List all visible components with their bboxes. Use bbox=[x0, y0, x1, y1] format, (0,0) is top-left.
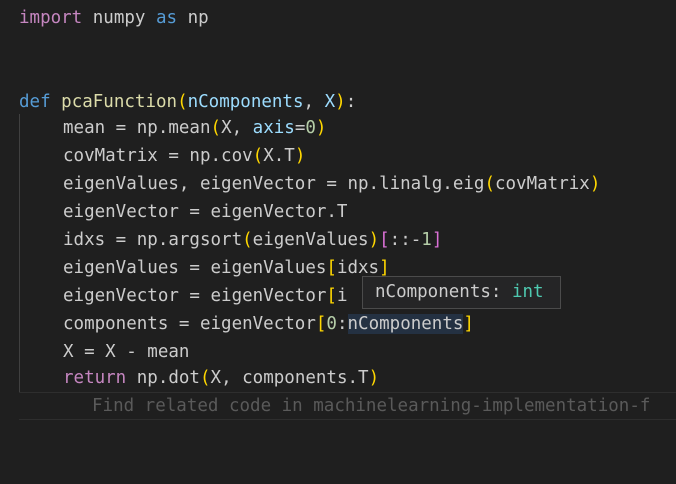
close-paren: ) bbox=[368, 230, 380, 250]
number-literal: 0 bbox=[326, 314, 337, 334]
cov-arg: X.T bbox=[263, 146, 295, 166]
inline-suggestion[interactable]: Find related code in machinelearning-imp… bbox=[92, 392, 650, 420]
argsort-arg: eigenValues bbox=[252, 230, 369, 250]
sort-values-arg: idxs bbox=[336, 258, 380, 278]
open-bracket: [ bbox=[326, 286, 337, 306]
open-paren: ( bbox=[242, 230, 253, 250]
close-bracket: ] bbox=[379, 258, 390, 278]
code-line-cov[interactable]: covMatrix = np.cov(X.T) bbox=[63, 142, 305, 170]
argsort-lhs: idxs = np.argsort bbox=[63, 230, 243, 250]
function-name: pcaFunction bbox=[61, 92, 178, 112]
sort-vectors-lhs: eigenVector = eigenVector bbox=[63, 286, 327, 306]
hover-separator: : bbox=[490, 282, 512, 302]
slice-mid: ::- bbox=[389, 230, 422, 250]
module-name: numpy bbox=[92, 8, 146, 28]
mean-arg: X, bbox=[221, 118, 253, 138]
module-alias: np bbox=[187, 8, 209, 28]
open-paren: ( bbox=[252, 146, 264, 166]
equals: = bbox=[294, 118, 306, 138]
close-bracket: ] bbox=[431, 230, 443, 250]
open-paren: ( bbox=[210, 118, 222, 138]
code-line-def[interactable]: def pcaFunction(nComponents, X): bbox=[19, 88, 356, 116]
transpose-text: eigenVector = eigenVector.T bbox=[63, 202, 348, 222]
param-separator: , bbox=[303, 92, 325, 112]
open-bracket: [ bbox=[379, 230, 390, 250]
open-bracket: [ bbox=[315, 314, 327, 334]
close-paren: ) bbox=[589, 174, 601, 194]
number-literal: 0 bbox=[305, 118, 316, 138]
code-editor[interactable]: import numpy as np def pcaFunction(nComp… bbox=[0, 0, 676, 484]
open-paren: ( bbox=[177, 92, 188, 112]
code-line-components[interactable]: components = eigenVector[0:nComponents] bbox=[63, 310, 474, 338]
return-keyword: return bbox=[63, 368, 127, 388]
code-line-sort-values[interactable]: eigenValues = eigenValues[idxs] bbox=[63, 254, 390, 282]
close-paren: ) bbox=[368, 368, 380, 388]
hover-tooltip: nComponents: int bbox=[362, 276, 561, 309]
open-paren: ( bbox=[199, 368, 211, 388]
return-lhs: np.dot bbox=[126, 368, 200, 388]
return-arg: X, components.T bbox=[210, 368, 369, 388]
sort-vectors-arg: i bbox=[336, 286, 348, 306]
open-paren: ( bbox=[484, 174, 495, 194]
code-line-sort-vectors[interactable]: eigenVector = eigenVector[i bbox=[63, 282, 348, 310]
open-bracket: [ bbox=[326, 258, 337, 278]
code-line-mean[interactable]: mean = np.mean(X, axis=0) bbox=[63, 114, 326, 142]
components-lhs: components = eigenVector bbox=[63, 314, 316, 334]
cov-lhs: covMatrix = np.cov bbox=[63, 146, 253, 166]
mean-lhs: mean = np.mean bbox=[63, 118, 211, 138]
close-bracket: ] bbox=[463, 314, 474, 334]
code-line-transpose[interactable]: eigenVector = eigenVector.T bbox=[63, 198, 347, 226]
as-keyword: as bbox=[156, 8, 178, 28]
sort-values-lhs: eigenValues = eigenValues bbox=[63, 258, 327, 278]
param-ncomponents: nComponents bbox=[187, 92, 304, 112]
hovered-symbol[interactable]: nComponents bbox=[347, 314, 464, 334]
close-paren: ) bbox=[294, 146, 306, 166]
code-line-1[interactable]: import numpy as np bbox=[19, 4, 209, 32]
param-x: X bbox=[324, 92, 336, 112]
indent-guide bbox=[19, 114, 20, 392]
hover-type: int bbox=[511, 282, 544, 302]
axis-kwarg: axis bbox=[252, 118, 295, 138]
close-paren: ) bbox=[315, 118, 327, 138]
close-paren: ) bbox=[335, 92, 346, 112]
eig-lhs: eigenValues, eigenVector = np.linalg.eig bbox=[63, 174, 485, 194]
code-line-return[interactable]: return np.dot(X, components.T) bbox=[63, 364, 379, 392]
hover-symbol-name: nComponents bbox=[375, 282, 491, 302]
def-colon: : bbox=[345, 92, 357, 112]
number-literal: 1 bbox=[421, 230, 432, 250]
code-line-center[interactable]: X = X - mean bbox=[63, 338, 189, 366]
def-keyword: def bbox=[19, 92, 51, 112]
code-line-eig[interactable]: eigenValues, eigenVector = np.linalg.eig… bbox=[63, 170, 600, 198]
center-text: X = X - mean bbox=[63, 342, 190, 362]
eig-arg: covMatrix bbox=[494, 174, 590, 194]
code-line-argsort[interactable]: idxs = np.argsort(eigenValues)[::-1] bbox=[63, 226, 442, 254]
import-keyword: import bbox=[19, 8, 83, 28]
slice-colon: : bbox=[336, 314, 348, 334]
